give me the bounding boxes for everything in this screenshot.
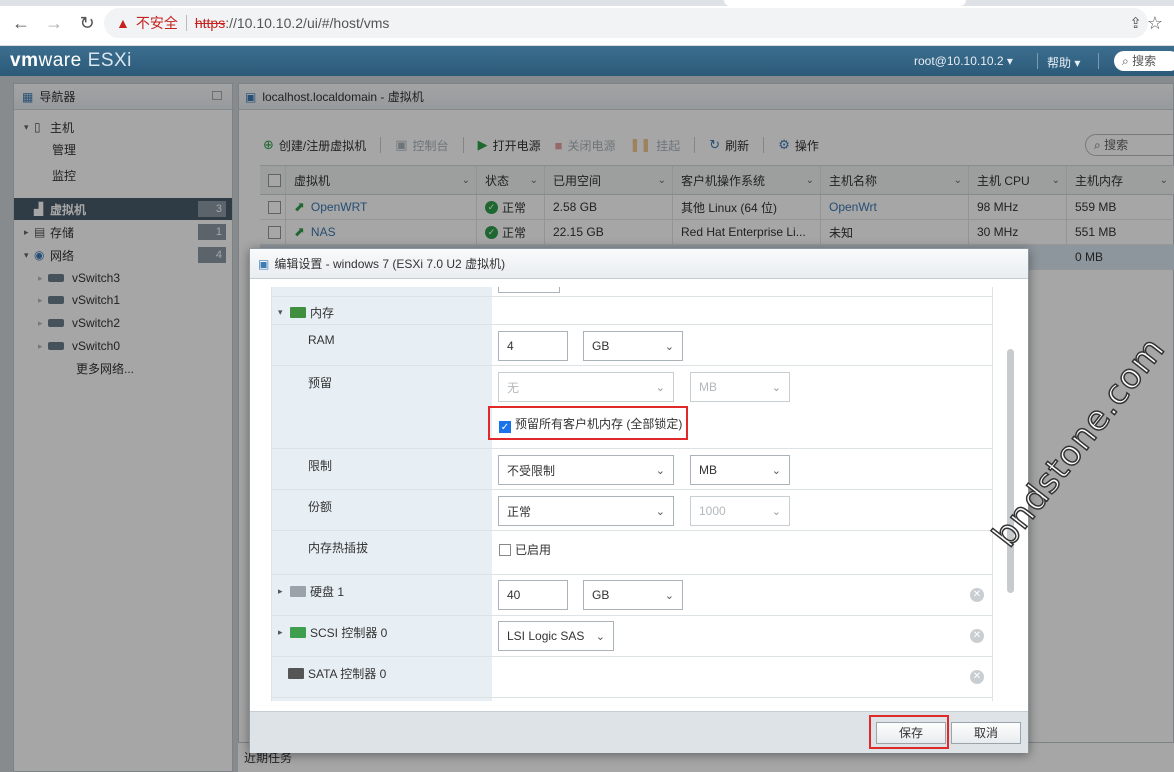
remove-device-icon[interactable]: ✕ — [970, 588, 984, 602]
vmware-logo: vmware ESXi — [10, 50, 132, 71]
dialog-scrollbar[interactable] — [1007, 349, 1014, 593]
vm-icon: ▣ — [258, 256, 270, 271]
cut-off-field[interactable] — [498, 287, 560, 293]
scsi-label: SCSI 控制器 0 — [310, 626, 388, 640]
limit-row: 限制 不受限制 ⌄ MB ⌄ — [272, 449, 992, 490]
limit-select[interactable]: 不受限制 ⌄ — [498, 455, 674, 485]
hotplug-label: 内存热插拔 — [308, 541, 369, 555]
chevron-down-icon: ⌄ — [655, 382, 665, 394]
shares-value-select[interactable]: 1000 ⌄ — [690, 496, 790, 526]
scsi-controller-icon — [290, 627, 306, 638]
back-icon[interactable]: ← — [10, 12, 32, 34]
sata-label: SATA 控制器 0 — [308, 667, 387, 681]
memory-row[interactable]: ▾ 内存 — [272, 297, 992, 325]
chevron-down-icon: ⌄ — [771, 465, 781, 477]
highlight-box — [488, 406, 688, 440]
esxi-header: vmware ESXi root@10.10.10.2 ▾ 帮助 ▾ ⌕ 搜索 — [0, 46, 1174, 76]
chevron-down-icon: ⌄ — [664, 341, 674, 353]
search-icon: ⌕ — [1122, 54, 1133, 68]
scsi-type-select[interactable]: LSI Logic SAS ⌄ — [498, 621, 614, 651]
user-menu[interactable]: root@10.10.10.2 ▾ — [914, 54, 1013, 68]
header-divider — [1098, 53, 1099, 69]
cancel-button[interactable]: 取消 — [951, 722, 1021, 744]
shares-label: 份额 — [308, 500, 333, 514]
scsi-row[interactable]: ▸ SCSI 控制器 0 LSI Logic SAS ⌄ ✕ — [272, 616, 992, 657]
ram-row: RAM 4 GB ⌄ — [272, 325, 992, 366]
collapse-icon[interactable]: ▾ — [278, 307, 284, 318]
chevron-down-icon: ⌄ — [655, 465, 665, 477]
insecure-label: 不安全 — [135, 15, 178, 31]
sata-row[interactable]: SATA 控制器 0 ✕ — [272, 657, 992, 698]
disk-size-input[interactable]: 40 — [498, 580, 568, 610]
chevron-down-icon: ⌄ — [664, 590, 674, 602]
edit-settings-dialog: ▣ 编辑设置 - windows 7 (ESXi 7.0 U2 虚拟机) ▾ 内… — [249, 248, 1029, 753]
reload-icon[interactable]: ↻ — [76, 12, 98, 34]
warning-icon: ▲ — [116, 15, 130, 31]
chevron-down-icon: ⌄ — [655, 506, 665, 518]
remove-device-icon[interactable]: ✕ — [970, 629, 984, 643]
row-above — [272, 287, 992, 297]
limit-unit-select[interactable]: MB ⌄ — [690, 455, 790, 485]
chevron-down-icon: ⌄ — [595, 631, 605, 643]
ram-label: RAM — [308, 333, 335, 347]
disk-unit-select[interactable]: GB ⌄ — [583, 580, 683, 610]
disk-row[interactable]: ▸ 硬盘 1 40 GB ⌄ ✕ — [272, 575, 992, 616]
reservation-label: 预留 — [308, 376, 333, 390]
tab-strip — [0, 0, 1174, 6]
sata-controller-icon — [288, 668, 304, 679]
expand-icon[interactable]: ▸ — [278, 627, 284, 638]
expand-icon[interactable]: ▸ — [278, 586, 284, 597]
chevron-down-icon: ⌄ — [771, 506, 781, 518]
dialog-title-bar: ▣ 编辑设置 - windows 7 (ESXi 7.0 U2 虚拟机) — [250, 249, 1028, 279]
help-menu[interactable]: 帮助 ▾ — [1047, 54, 1080, 71]
header-divider — [1037, 53, 1038, 69]
memory-label: 内存 — [310, 306, 335, 320]
shares-select[interactable]: 正常 ⌄ — [498, 496, 674, 526]
address-separator — [185, 15, 187, 31]
hotplug-checkbox[interactable] — [499, 544, 511, 556]
dialog-body: ▾ 内存 RAM 4 GB ⌄ 预留 无 ⌄ MB ⌄ ✓ 预留所有客户机内存 (全部锁… — [271, 287, 993, 701]
url-text: https://10.10.10.2/ui/#/host/vms — [194, 15, 390, 31]
disk-label: 硬盘 1 — [310, 585, 345, 599]
ram-size-input[interactable]: 4 — [498, 331, 568, 361]
hotplug-option[interactable]: 已启用 — [499, 541, 551, 558]
share-icon[interactable]: ⇪ — [1129, 14, 1142, 32]
reservation-row: 预留 无 ⌄ MB ⌄ ✓ 预留所有客户机内存 (全部锁定) — [272, 366, 992, 449]
reservation-unit-select[interactable]: MB ⌄ — [690, 372, 790, 402]
chevron-down-icon: ⌄ — [771, 382, 781, 394]
forward-icon[interactable]: → — [43, 12, 65, 34]
reservation-select[interactable]: 无 ⌄ — [498, 372, 674, 402]
remove-device-icon[interactable]: ✕ — [970, 670, 984, 684]
hotplug-row: 内存热插拔 已启用 — [272, 531, 992, 575]
hard-disk-icon — [290, 586, 306, 597]
header-search[interactable]: ⌕ 搜索 — [1114, 51, 1174, 71]
star-icon[interactable]: ☆ — [1144, 12, 1166, 34]
limit-label: 限制 — [308, 459, 333, 473]
active-tab[interactable] — [724, 0, 966, 6]
highlight-box — [869, 715, 949, 749]
ram-unit-select[interactable]: GB ⌄ — [583, 331, 683, 361]
browser-chrome: ← → ↻ ▲ 不安全 https://10.10.10.2/ui/#/host… — [0, 0, 1174, 46]
dialog-title: 编辑设置 - windows 7 (ESXi 7.0 U2 虚拟机) — [274, 257, 506, 271]
memory-icon — [290, 307, 306, 318]
shares-row: 份额 正常 ⌄ 1000 ⌄ — [272, 490, 992, 531]
address-bar[interactable]: ▲ 不安全 https://10.10.10.2/ui/#/host/vms ⇪ — [104, 8, 1148, 38]
dialog-footer: 保存 取消 — [250, 711, 1028, 753]
